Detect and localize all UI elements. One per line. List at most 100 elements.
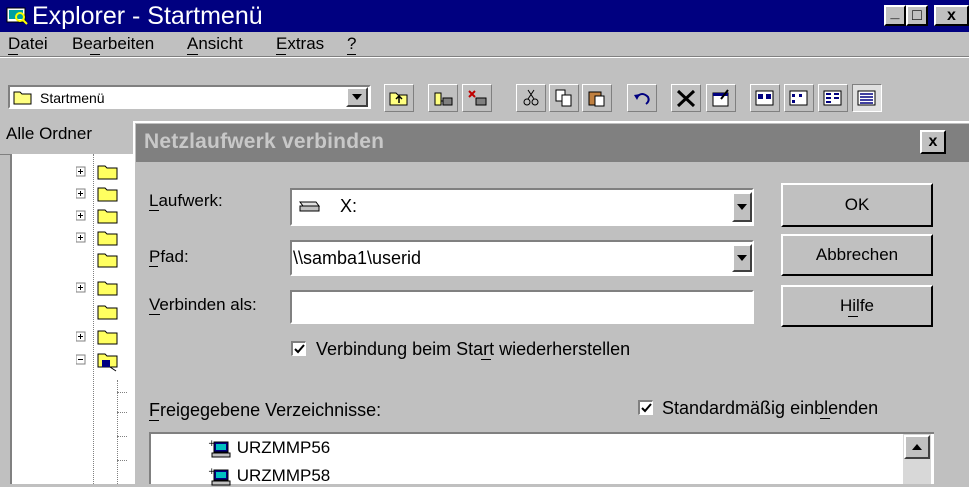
properties-button[interactable]	[706, 84, 736, 112]
tree-line	[117, 392, 127, 393]
chevron-up-icon	[912, 444, 922, 450]
menu-datei[interactable]: Datei	[8, 34, 48, 54]
scissors-icon	[523, 89, 539, 106]
folder-icon	[13, 91, 32, 105]
chevron-down-icon	[737, 204, 747, 210]
copy-icon	[555, 89, 572, 107]
laufwerk-combo[interactable]	[290, 188, 754, 226]
accel-underline	[347, 54, 356, 55]
default-expand-label[interactable]: Standardmäßig einblenden	[662, 398, 878, 418]
accel-underline	[8, 54, 18, 55]
undo-icon	[634, 93, 650, 105]
close-icon: x	[947, 6, 956, 24]
disconnect-drive-icon	[468, 90, 487, 106]
accel-underline	[149, 266, 158, 267]
folder-icon	[97, 253, 118, 268]
default-expand-checkbox[interactable]	[638, 400, 653, 415]
small-icons-icon	[789, 90, 808, 106]
share-name: URZMMP56	[236, 438, 331, 457]
checkmark-icon	[294, 344, 305, 354]
tree-line	[117, 380, 119, 484]
folder-icon	[75, 281, 118, 296]
verbinden-label: Verbinden als:	[149, 295, 257, 314]
menu-extras[interactable]: Extras	[276, 34, 324, 54]
folder-icon	[75, 231, 118, 246]
disconnect-drive-button[interactable]	[462, 84, 492, 112]
folder-pane-title: Alle Ordner	[6, 124, 92, 143]
accel-underline	[149, 314, 160, 315]
paste-icon	[588, 91, 605, 107]
address-dropdown-button[interactable]	[346, 87, 368, 107]
drive-icon	[299, 201, 320, 212]
menu-help[interactable]: ?	[347, 34, 356, 54]
accel-underline	[187, 54, 198, 55]
paste-button[interactable]	[582, 84, 612, 112]
scroll-up-button[interactable]	[904, 435, 930, 459]
minimize-button[interactable]: _	[884, 3, 906, 26]
cancel-button[interactable]: Abbrechen	[781, 234, 933, 276]
laufwerk-value: X:	[340, 196, 358, 216]
maximize-button[interactable]: □	[906, 5, 928, 26]
copy-button[interactable]	[549, 84, 579, 112]
map-drive-button[interactable]	[428, 84, 458, 112]
checkmark-icon	[641, 403, 652, 413]
laufwerk-label: Laufwerk:	[149, 191, 223, 210]
dialog-title: Netzlaufwerk verbinden	[144, 130, 385, 153]
tree-node[interactable]	[75, 229, 122, 249]
maximize-icon: □	[912, 6, 922, 24]
cut-button[interactable]	[516, 84, 546, 112]
computer-icon: +	[208, 439, 231, 458]
verbinden-als-input[interactable]	[290, 290, 754, 324]
accel-underline	[90, 54, 100, 55]
large-icons-button[interactable]	[750, 84, 780, 112]
folder-icon	[75, 187, 118, 202]
reconnect-checkbox[interactable]	[291, 341, 306, 356]
accel-underline	[481, 359, 491, 360]
pfad-label: Pfad:	[149, 247, 189, 266]
folder-icon	[97, 305, 118, 320]
pfad-dropdown-button[interactable]	[732, 244, 752, 272]
list-item[interactable]: + URZMMP58	[208, 466, 330, 487]
reconnect-label[interactable]: Verbindung beim Start wiederherstellen	[316, 339, 630, 359]
tree-node[interactable]	[76, 251, 122, 271]
laufwerk-dropdown-button[interactable]	[732, 192, 752, 222]
folder-icon	[75, 330, 118, 345]
window-title: Explorer - Startmenü	[32, 2, 263, 30]
close-button[interactable]: x	[934, 5, 969, 26]
small-icons-button[interactable]	[784, 84, 814, 112]
details-view-button[interactable]	[852, 84, 882, 112]
delete-button[interactable]	[671, 84, 701, 112]
menu-datei-label: Datei	[8, 34, 48, 53]
delete-icon	[676, 89, 696, 107]
menu-ansicht[interactable]: Ansicht	[187, 34, 243, 54]
minimize-icon: _	[890, 3, 900, 21]
chevron-down-icon	[737, 255, 747, 261]
ok-button-label: OK	[844, 195, 870, 214]
properties-icon	[712, 89, 729, 107]
details-view-icon	[857, 90, 876, 106]
menu-bearbeiten[interactable]: Bearbeiten	[72, 34, 154, 54]
menu-bearbeiten-label: Bearbeiten	[72, 34, 155, 53]
help-button-label: Hilfe	[839, 296, 874, 315]
tree-node[interactable]	[75, 207, 122, 227]
tree-node[interactable]	[75, 185, 122, 205]
accel-underline	[149, 210, 159, 211]
network-folder-icon	[75, 353, 118, 372]
up-folder-icon	[389, 92, 408, 106]
tree-node[interactable]	[76, 303, 122, 323]
undo-button[interactable]	[627, 84, 657, 112]
tree-node[interactable]	[75, 163, 122, 183]
up-folder-button[interactable]	[384, 84, 414, 112]
ok-button[interactable]: OK	[781, 183, 933, 227]
chevron-down-icon	[352, 94, 362, 100]
folder-icon	[75, 209, 118, 224]
tree-node[interactable]	[75, 328, 122, 348]
list-view-icon	[823, 90, 842, 106]
list-item[interactable]: + URZMMP56	[208, 438, 330, 459]
dialog-close-button[interactable]: x	[920, 130, 946, 154]
list-view-button[interactable]	[818, 84, 848, 112]
accel-underline	[276, 54, 286, 55]
tree-node-expanded[interactable]	[75, 351, 122, 372]
tree-node[interactable]	[75, 279, 122, 299]
help-button[interactable]: Hilfe	[781, 285, 933, 327]
